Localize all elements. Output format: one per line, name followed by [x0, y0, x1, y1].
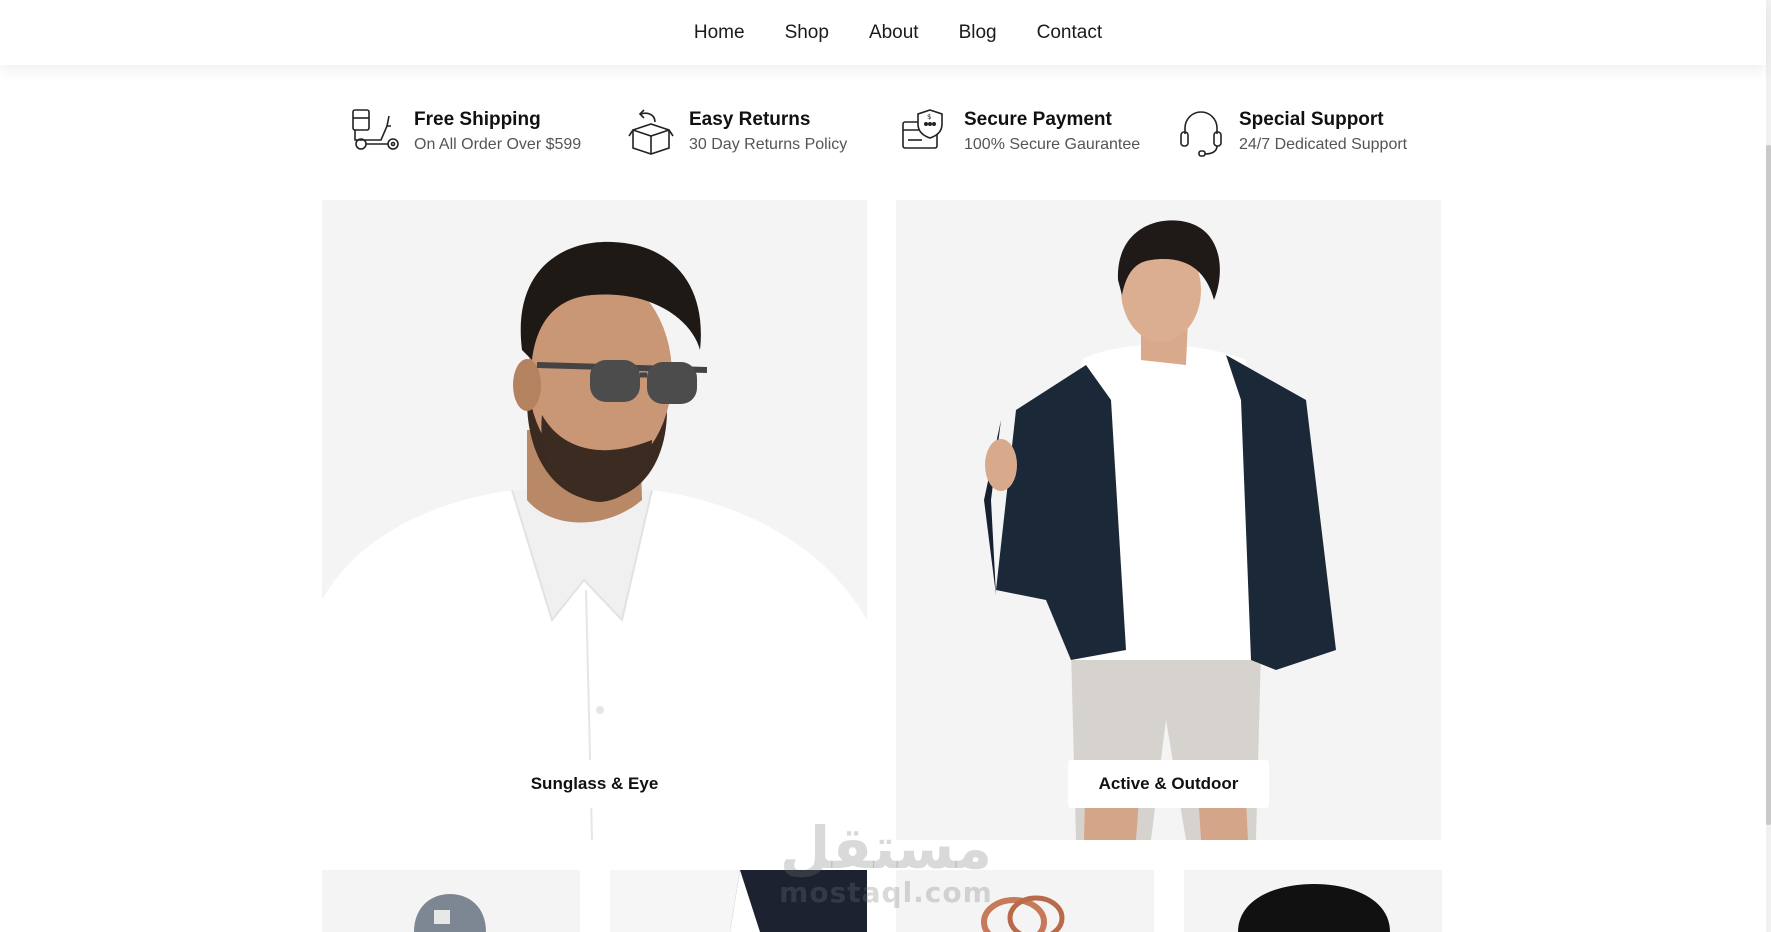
nav-contact-link[interactable]: Contact	[1037, 22, 1102, 44]
feature-subtitle: 30 Day Returns Policy	[689, 136, 848, 153]
page-scrollbar[interactable]	[1766, 0, 1771, 932]
delivery-scooter-icon	[352, 109, 399, 150]
nav-shop-link[interactable]: Shop	[785, 22, 829, 44]
feature-easy-returns: Easy Returns 30 Day Returns Policy	[625, 104, 900, 160]
returns-box-icon	[628, 109, 674, 155]
feature-title: Free Shipping	[414, 109, 541, 130]
category-card-beanie[interactable]	[322, 870, 580, 932]
model-with-sunglasses-image	[322, 241, 867, 840]
category-card-pants[interactable]	[610, 870, 867, 932]
feature-subtitle: On All Order Over $599	[414, 136, 582, 153]
feature-subtitle: 24/7 Dedicated Support	[1239, 136, 1408, 153]
nav-home-link[interactable]: Home	[694, 22, 745, 44]
feature-text: Special Support 24/7 Dedicated Support	[1239, 108, 1407, 156]
cap-image	[1238, 884, 1390, 932]
feature-text: Free Shipping On All Order Over $599	[414, 108, 581, 156]
headset-support-icon	[1180, 111, 1222, 157]
feature-subtitle: 100% Secure Gaurantee	[964, 136, 1141, 153]
feature-title: Easy Returns	[689, 109, 811, 130]
pants-image	[730, 870, 867, 932]
top-navigation-bar: Home Shop About Blog Contact	[0, 0, 1766, 65]
category-label[interactable]: Sunglass & Eye	[499, 760, 690, 808]
category-label[interactable]: Active & Outdoor	[1067, 760, 1270, 808]
feature-text: Easy Returns 30 Day Returns Policy	[689, 108, 847, 156]
feature-text: Secure Payment 100% Secure Gaurantee	[964, 108, 1140, 156]
feature-title: Special Support	[1239, 109, 1384, 130]
main-nav: Home Shop About Blog Contact	[0, 0, 1766, 65]
scrollbar-thumb[interactable]	[1766, 145, 1771, 825]
category-banner-sunglass[interactable]: Sunglass & Eye	[322, 200, 867, 840]
nav-about-link[interactable]: About	[869, 22, 919, 44]
nav-blog-link[interactable]: Blog	[959, 22, 997, 44]
ring-image	[981, 895, 1065, 932]
feature-free-shipping: Free Shipping On All Order Over $599	[350, 104, 625, 160]
svg-text:$: $	[927, 113, 931, 121]
feature-special-support: Special Support 24/7 Dedicated Support	[1175, 104, 1450, 160]
category-banner-active-outdoor[interactable]: Active & Outdoor	[896, 200, 1441, 840]
beanie-image	[414, 894, 486, 932]
feature-title: Secure Payment	[964, 109, 1112, 130]
model-with-jacket-image	[984, 220, 1336, 840]
secure-payment-card-icon: $	[902, 109, 943, 149]
category-card-cap[interactable]	[1184, 870, 1442, 932]
feature-secure-payment: $ Secure Payment 100% Secure Gaurantee	[900, 104, 1175, 160]
features-row: Free Shipping On All Order Over $599 Eas…	[350, 104, 1450, 160]
category-card-jewelry[interactable]	[896, 870, 1154, 932]
